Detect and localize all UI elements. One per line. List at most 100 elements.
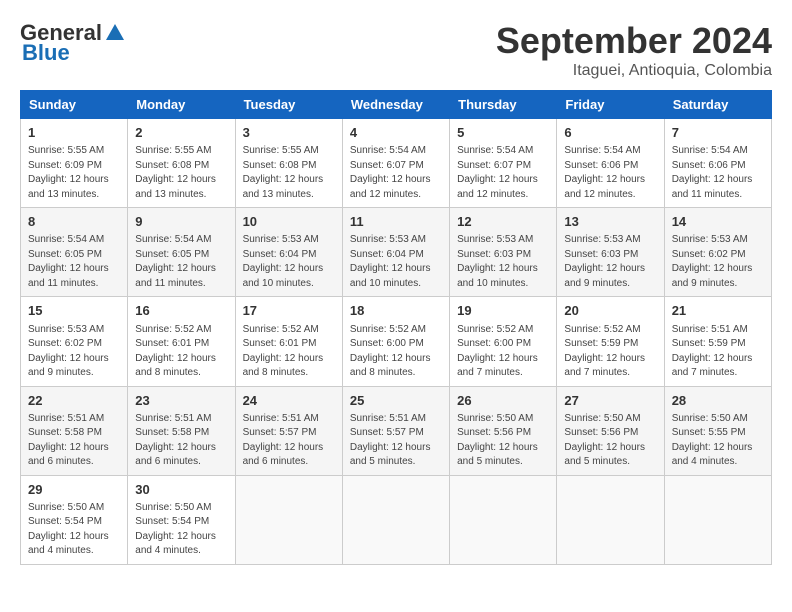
day-number: 18 xyxy=(350,302,442,320)
table-row xyxy=(557,475,664,564)
location-subtitle: Itaguei, Antioquia, Colombia xyxy=(496,62,772,80)
col-sunday: Sunday xyxy=(21,91,128,119)
day-number: 27 xyxy=(564,392,656,410)
table-row xyxy=(342,475,449,564)
month-title: September 2024 xyxy=(496,20,772,62)
day-info: Sunrise: 5:54 AM Sunset: 6:06 PM Dayligh… xyxy=(672,144,764,202)
table-row: 27 Sunrise: 5:50 AM Sunset: 5:56 PM Dayl… xyxy=(557,386,664,475)
day-number: 28 xyxy=(672,392,764,410)
table-row: 2 Sunrise: 5:55 AM Sunset: 6:08 PM Dayli… xyxy=(128,119,235,208)
day-info: Sunrise: 5:53 AM Sunset: 6:02 PM Dayligh… xyxy=(672,233,764,291)
col-saturday: Saturday xyxy=(664,91,771,119)
day-info: Sunrise: 5:53 AM Sunset: 6:02 PM Dayligh… xyxy=(28,323,120,381)
table-row: 24 Sunrise: 5:51 AM Sunset: 5:57 PM Dayl… xyxy=(235,386,342,475)
table-row: 28 Sunrise: 5:50 AM Sunset: 5:55 PM Dayl… xyxy=(664,386,771,475)
day-number: 2 xyxy=(135,124,227,142)
day-info: Sunrise: 5:52 AM Sunset: 5:59 PM Dayligh… xyxy=(564,323,656,381)
table-row: 14 Sunrise: 5:53 AM Sunset: 6:02 PM Dayl… xyxy=(664,208,771,297)
table-row: 22 Sunrise: 5:51 AM Sunset: 5:58 PM Dayl… xyxy=(21,386,128,475)
logo: General Blue xyxy=(20,20,126,66)
col-thursday: Thursday xyxy=(450,91,557,119)
table-row: 8 Sunrise: 5:54 AM Sunset: 6:05 PM Dayli… xyxy=(21,208,128,297)
day-info: Sunrise: 5:55 AM Sunset: 6:08 PM Dayligh… xyxy=(243,144,335,202)
day-info: Sunrise: 5:53 AM Sunset: 6:03 PM Dayligh… xyxy=(564,233,656,291)
table-row: 26 Sunrise: 5:50 AM Sunset: 5:56 PM Dayl… xyxy=(450,386,557,475)
day-number: 7 xyxy=(672,124,764,142)
col-monday: Monday xyxy=(128,91,235,119)
table-row: 12 Sunrise: 5:53 AM Sunset: 6:03 PM Dayl… xyxy=(450,208,557,297)
table-row: 6 Sunrise: 5:54 AM Sunset: 6:06 PM Dayli… xyxy=(557,119,664,208)
day-number: 26 xyxy=(457,392,549,410)
table-row: 4 Sunrise: 5:54 AM Sunset: 6:07 PM Dayli… xyxy=(342,119,449,208)
table-row: 16 Sunrise: 5:52 AM Sunset: 6:01 PM Dayl… xyxy=(128,297,235,386)
table-row: 17 Sunrise: 5:52 AM Sunset: 6:01 PM Dayl… xyxy=(235,297,342,386)
header: General Blue September 2024 Itaguei, Ant… xyxy=(20,20,772,80)
day-info: Sunrise: 5:53 AM Sunset: 6:03 PM Dayligh… xyxy=(457,233,549,291)
day-number: 9 xyxy=(135,213,227,231)
day-number: 24 xyxy=(243,392,335,410)
day-number: 29 xyxy=(28,481,120,499)
day-info: Sunrise: 5:53 AM Sunset: 6:04 PM Dayligh… xyxy=(243,233,335,291)
day-info: Sunrise: 5:54 AM Sunset: 6:07 PM Dayligh… xyxy=(457,144,549,202)
calendar-week-row: 22 Sunrise: 5:51 AM Sunset: 5:58 PM Dayl… xyxy=(21,386,772,475)
col-tuesday: Tuesday xyxy=(235,91,342,119)
table-row: 15 Sunrise: 5:53 AM Sunset: 6:02 PM Dayl… xyxy=(21,297,128,386)
day-info: Sunrise: 5:51 AM Sunset: 5:58 PM Dayligh… xyxy=(135,412,227,470)
calendar-table: Sunday Monday Tuesday Wednesday Thursday… xyxy=(20,90,772,565)
day-info: Sunrise: 5:53 AM Sunset: 6:04 PM Dayligh… xyxy=(350,233,442,291)
day-number: 30 xyxy=(135,481,227,499)
day-info: Sunrise: 5:52 AM Sunset: 6:01 PM Dayligh… xyxy=(135,323,227,381)
day-info: Sunrise: 5:55 AM Sunset: 6:08 PM Dayligh… xyxy=(135,144,227,202)
day-number: 4 xyxy=(350,124,442,142)
day-info: Sunrise: 5:50 AM Sunset: 5:56 PM Dayligh… xyxy=(564,412,656,470)
day-info: Sunrise: 5:55 AM Sunset: 6:09 PM Dayligh… xyxy=(28,144,120,202)
table-row: 10 Sunrise: 5:53 AM Sunset: 6:04 PM Dayl… xyxy=(235,208,342,297)
day-number: 14 xyxy=(672,213,764,231)
day-number: 20 xyxy=(564,302,656,320)
day-number: 8 xyxy=(28,213,120,231)
calendar-week-row: 29 Sunrise: 5:50 AM Sunset: 5:54 PM Dayl… xyxy=(21,475,772,564)
day-info: Sunrise: 5:50 AM Sunset: 5:54 PM Dayligh… xyxy=(135,501,227,559)
title-section: September 2024 Itaguei, Antioquia, Colom… xyxy=(496,20,772,80)
table-row: 7 Sunrise: 5:54 AM Sunset: 6:06 PM Dayli… xyxy=(664,119,771,208)
table-row: 29 Sunrise: 5:50 AM Sunset: 5:54 PM Dayl… xyxy=(21,475,128,564)
day-info: Sunrise: 5:51 AM Sunset: 5:58 PM Dayligh… xyxy=(28,412,120,470)
table-row: 5 Sunrise: 5:54 AM Sunset: 6:07 PM Dayli… xyxy=(450,119,557,208)
day-info: Sunrise: 5:50 AM Sunset: 5:54 PM Dayligh… xyxy=(28,501,120,559)
table-row: 3 Sunrise: 5:55 AM Sunset: 6:08 PM Dayli… xyxy=(235,119,342,208)
table-row: 30 Sunrise: 5:50 AM Sunset: 5:54 PM Dayl… xyxy=(128,475,235,564)
day-number: 12 xyxy=(457,213,549,231)
table-row: 19 Sunrise: 5:52 AM Sunset: 6:00 PM Dayl… xyxy=(450,297,557,386)
day-info: Sunrise: 5:50 AM Sunset: 5:56 PM Dayligh… xyxy=(457,412,549,470)
day-info: Sunrise: 5:54 AM Sunset: 6:06 PM Dayligh… xyxy=(564,144,656,202)
day-info: Sunrise: 5:54 AM Sunset: 6:05 PM Dayligh… xyxy=(28,233,120,291)
table-row: 20 Sunrise: 5:52 AM Sunset: 5:59 PM Dayl… xyxy=(557,297,664,386)
calendar-week-row: 15 Sunrise: 5:53 AM Sunset: 6:02 PM Dayl… xyxy=(21,297,772,386)
day-info: Sunrise: 5:54 AM Sunset: 6:07 PM Dayligh… xyxy=(350,144,442,202)
table-row: 25 Sunrise: 5:51 AM Sunset: 5:57 PM Dayl… xyxy=(342,386,449,475)
day-number: 22 xyxy=(28,392,120,410)
table-row xyxy=(450,475,557,564)
day-info: Sunrise: 5:54 AM Sunset: 6:05 PM Dayligh… xyxy=(135,233,227,291)
day-number: 19 xyxy=(457,302,549,320)
day-info: Sunrise: 5:52 AM Sunset: 6:01 PM Dayligh… xyxy=(243,323,335,381)
table-row: 18 Sunrise: 5:52 AM Sunset: 6:00 PM Dayl… xyxy=(342,297,449,386)
table-row xyxy=(664,475,771,564)
day-number: 23 xyxy=(135,392,227,410)
day-number: 11 xyxy=(350,213,442,231)
day-info: Sunrise: 5:52 AM Sunset: 6:00 PM Dayligh… xyxy=(350,323,442,381)
table-row xyxy=(235,475,342,564)
day-number: 13 xyxy=(564,213,656,231)
day-number: 16 xyxy=(135,302,227,320)
day-number: 3 xyxy=(243,124,335,142)
day-info: Sunrise: 5:51 AM Sunset: 5:59 PM Dayligh… xyxy=(672,323,764,381)
day-number: 17 xyxy=(243,302,335,320)
day-number: 5 xyxy=(457,124,549,142)
day-info: Sunrise: 5:51 AM Sunset: 5:57 PM Dayligh… xyxy=(350,412,442,470)
calendar-week-row: 8 Sunrise: 5:54 AM Sunset: 6:05 PM Dayli… xyxy=(21,208,772,297)
day-number: 15 xyxy=(28,302,120,320)
calendar-header-row: Sunday Monday Tuesday Wednesday Thursday… xyxy=(21,91,772,119)
col-friday: Friday xyxy=(557,91,664,119)
table-row: 11 Sunrise: 5:53 AM Sunset: 6:04 PM Dayl… xyxy=(342,208,449,297)
col-wednesday: Wednesday xyxy=(342,91,449,119)
